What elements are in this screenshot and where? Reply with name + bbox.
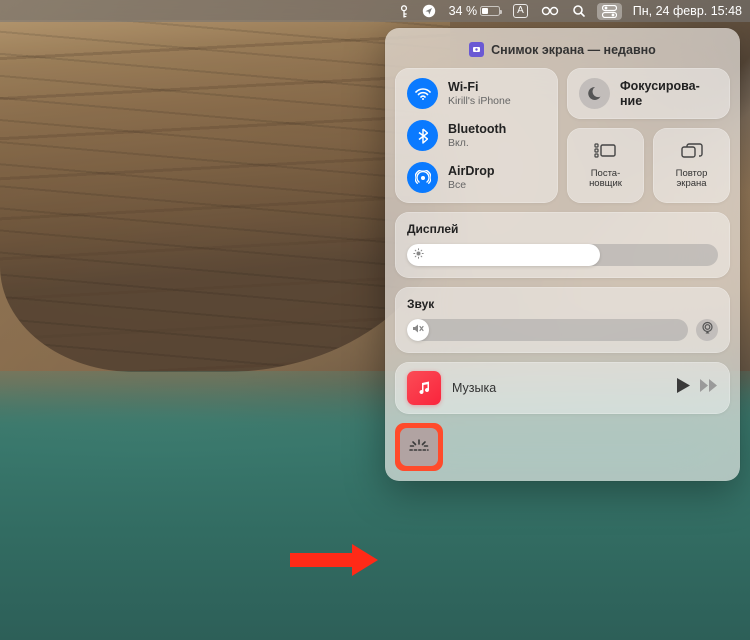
bluetooth-icon: [407, 120, 438, 151]
connectivity-module: Wi-Fi Kirill's iPhone Bluetooth Вкл. A: [395, 68, 558, 203]
recent-banner[interactable]: Снимок экрана — недавно: [395, 38, 730, 59]
input-language[interactable]: А: [513, 4, 528, 18]
menubar: 34 % А Пн, 24 февр. 15:48: [0, 0, 750, 22]
vpn-key-icon[interactable]: [399, 5, 409, 18]
spotlight-icon[interactable]: [572, 4, 586, 18]
wifi-toggle[interactable]: Wi-Fi Kirill's iPhone: [407, 78, 546, 109]
control-center-panel: Снимок экрана — недавно Wi-Fi Kirill's i…: [385, 28, 740, 481]
music-title: Музыка: [452, 381, 666, 395]
bluetooth-subtitle: Вкл.: [448, 137, 506, 149]
screen-mirroring-label: Повтор экрана: [676, 169, 708, 190]
sound-label: Звук: [407, 297, 718, 311]
focus-label: Фокусирова- ние: [620, 79, 700, 108]
battery-percent: 34 %: [449, 4, 478, 18]
focus-toggle[interactable]: Фокусирова- ние: [567, 68, 730, 119]
airdrop-toggle[interactable]: AirDrop Все: [407, 162, 546, 193]
battery-icon: [480, 6, 500, 16]
wifi-icon: [407, 78, 438, 109]
display-slider[interactable]: [407, 244, 718, 266]
airdrop-subtitle: Все: [448, 179, 495, 191]
stage-manager-icon: [594, 143, 617, 165]
sound-module: Звук: [395, 287, 730, 353]
moon-icon: [579, 78, 610, 109]
language-badge: А: [513, 4, 528, 18]
screen-mirroring-toggle[interactable]: Повтор экрана: [653, 128, 730, 203]
screen-mirroring-icon: [681, 143, 703, 165]
datetime-text: Пн, 24 февр. 15:48: [633, 4, 742, 18]
wifi-title: Wi-Fi: [448, 80, 511, 94]
airplay-audio-button[interactable]: [696, 319, 718, 341]
location-icon[interactable]: [422, 4, 436, 18]
sound-slider[interactable]: [407, 319, 688, 341]
battery-status[interactable]: 34 %: [449, 4, 501, 18]
music-module[interactable]: Музыка: [395, 362, 730, 414]
airplay-audio-icon: [701, 321, 714, 339]
music-artwork: [407, 371, 441, 405]
display-module: Дисплей: [395, 212, 730, 278]
stage-manager-label: Поста- новщик: [589, 169, 622, 190]
play-button[interactable]: [677, 378, 690, 398]
stage-manager-toggle[interactable]: Поста- новщик: [567, 128, 644, 203]
keyboard-brightness-button[interactable]: [395, 423, 443, 471]
control-center-toggle[interactable]: [597, 3, 622, 20]
volume-mute-icon: [412, 321, 424, 339]
next-button[interactable]: [700, 379, 718, 397]
bluetooth-toggle[interactable]: Bluetooth Вкл.: [407, 120, 546, 151]
recent-label: Снимок экрана — недавно: [491, 43, 656, 57]
display-label: Дисплей: [407, 222, 718, 236]
keyboard-brightness-icon: [408, 438, 430, 457]
annotation-arrow: [290, 544, 378, 576]
bluetooth-title: Bluetooth: [448, 122, 506, 136]
airdrop-icon: [407, 162, 438, 193]
airdrop-title: AirDrop: [448, 164, 495, 178]
brightness-icon: [413, 246, 424, 264]
datetime[interactable]: Пн, 24 февр. 15:48: [633, 4, 742, 18]
shortcut-icon[interactable]: [541, 5, 559, 17]
wifi-subtitle: Kirill's iPhone: [448, 95, 511, 107]
screenshot-app-icon: [469, 42, 484, 57]
